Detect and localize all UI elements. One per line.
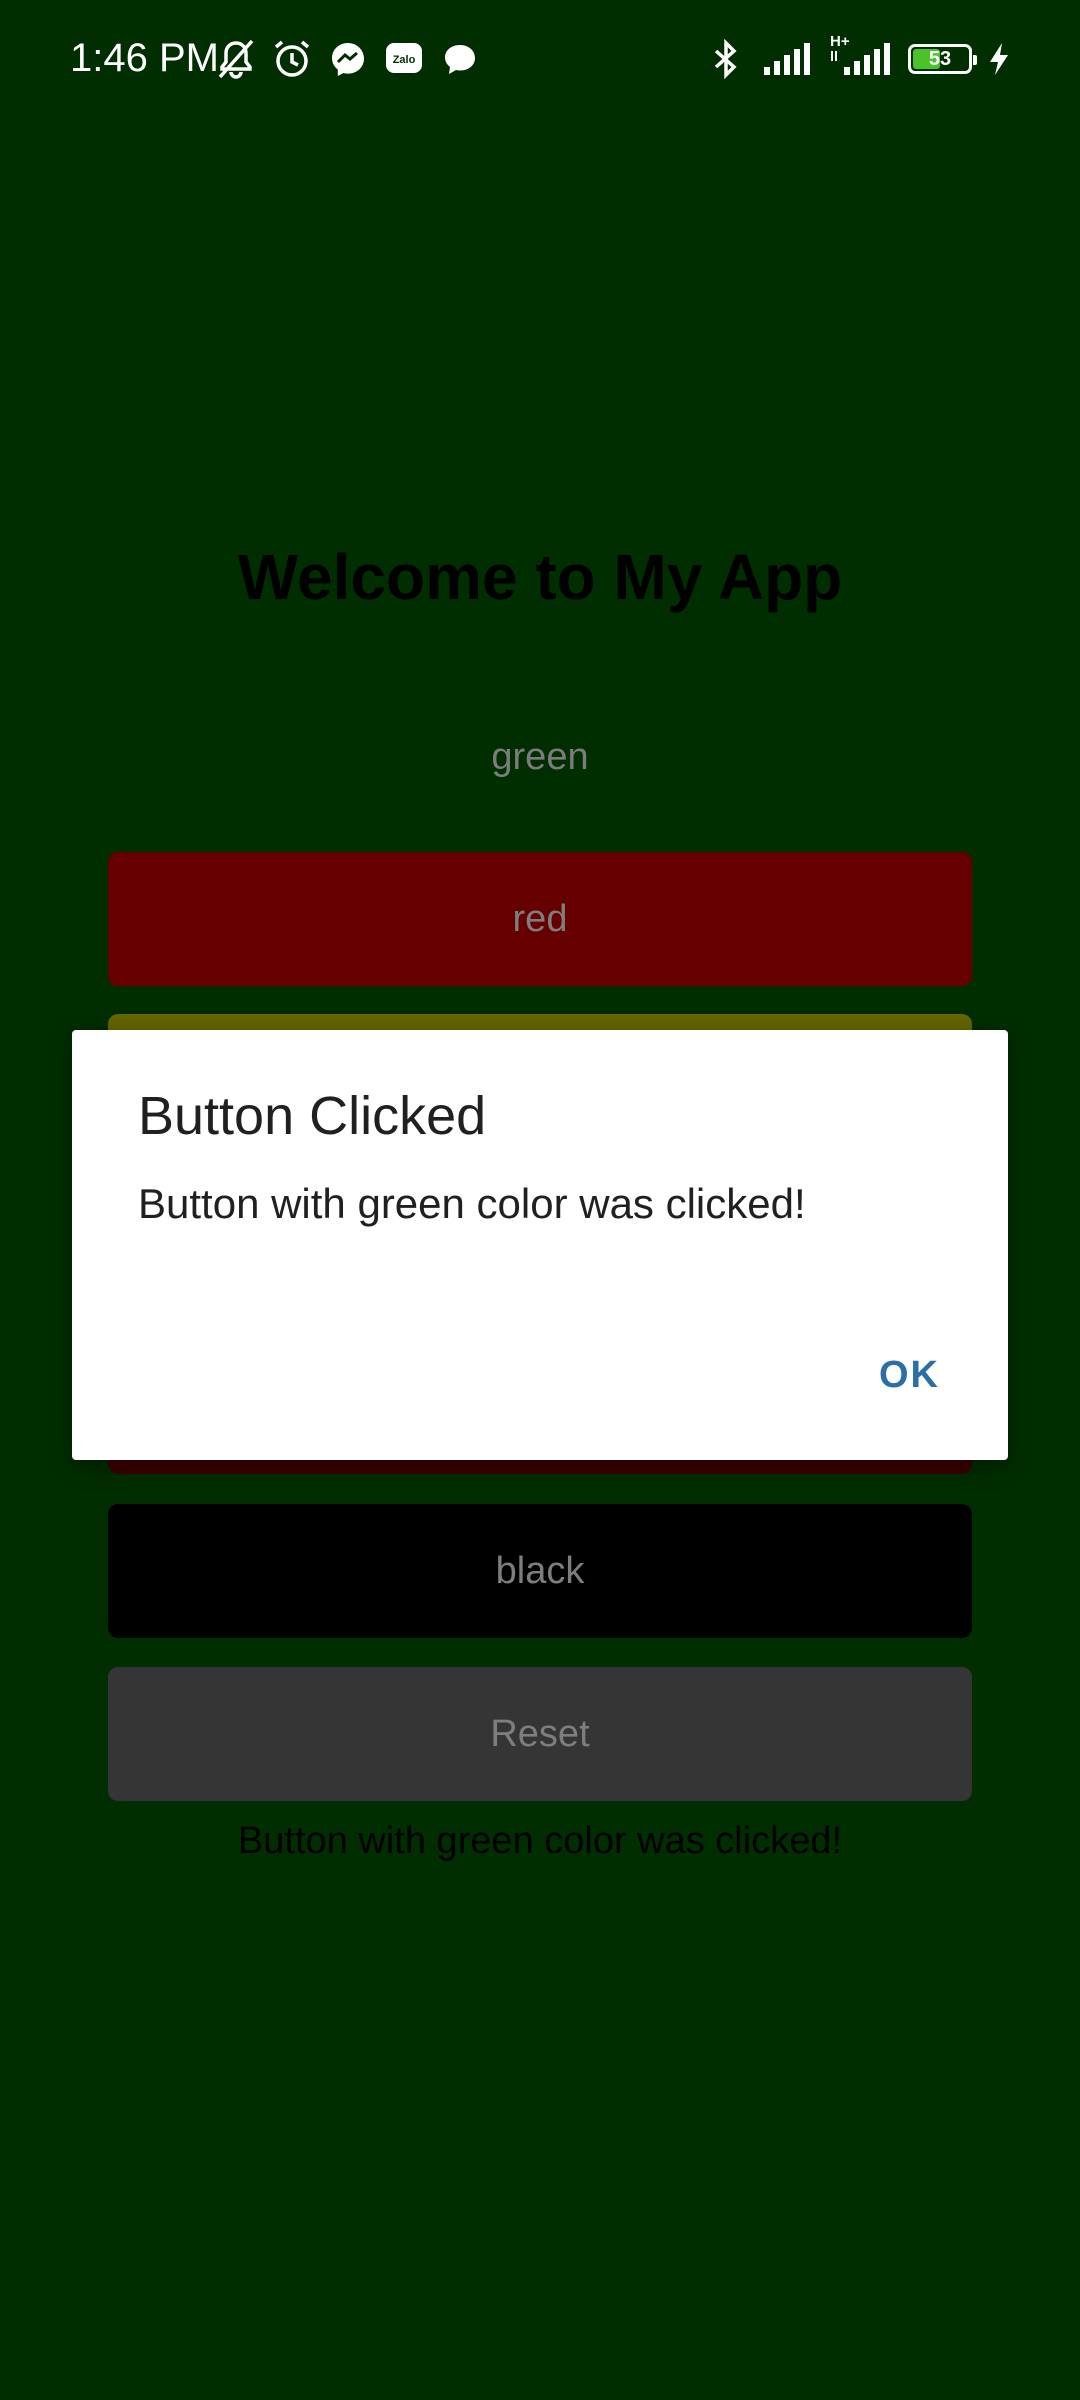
alarm-icon <box>270 37 314 81</box>
charging-icon <box>986 37 1012 81</box>
status-message: Button with green color was clicked! <box>237 1820 843 1862</box>
black-button-label: black <box>495 1549 585 1592</box>
page-title: Welcome to My App <box>237 541 843 613</box>
zalo-icon: Zalo <box>382 37 426 81</box>
messenger-icon <box>326 37 370 81</box>
battery-level: 53 <box>928 47 952 70</box>
status-time: 1:46 PM <box>70 36 219 80</box>
status-bar: 1:46 PM Zalo H+ 53 <box>0 0 1080 118</box>
current-color-label: green <box>491 736 589 778</box>
notification-icons: Zalo <box>214 36 482 82</box>
red-button[interactable]: red <box>108 852 972 986</box>
reset-button-label: Reset <box>490 1712 590 1755</box>
signal-icon <box>762 37 814 81</box>
black-button[interactable]: black <box>108 1504 972 1638</box>
dialog-title: Button Clicked <box>138 1086 487 1146</box>
reset-button[interactable]: Reset <box>108 1667 972 1801</box>
battery-icon: 53 <box>908 44 977 74</box>
system-icons: H+ 53 <box>704 33 1012 82</box>
svg-text:Zalo: Zalo <box>393 54 416 66</box>
red-button-label: red <box>512 897 568 940</box>
battery-tip <box>973 55 977 65</box>
ok-button[interactable]: OK <box>871 1346 948 1404</box>
chat-bubble-icon <box>438 37 482 81</box>
dialog-message: Button with green color was clicked! <box>138 1180 806 1227</box>
network-type-label: H+ <box>830 33 850 50</box>
muted-bell-icon <box>214 37 258 81</box>
bluetooth-icon <box>704 37 748 81</box>
signal-hplus-icon: H+ <box>828 33 894 81</box>
alert-dialog: Button Clicked Button with green color w… <box>72 1030 1008 1460</box>
